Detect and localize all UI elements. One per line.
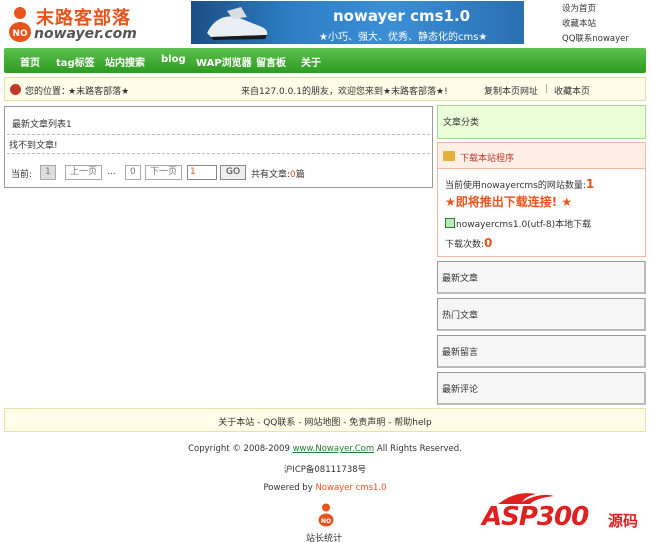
bookmark-site-link[interactable]: 收藏本站 (562, 17, 648, 32)
latest-articles-title: 最新文章 (442, 274, 479, 284)
prev-page-button[interactable]: 上一页 (65, 165, 103, 180)
copy-url-link[interactable]: 复制本页网址 (484, 84, 538, 97)
watermark: ASP300 源码 (478, 488, 648, 540)
pager-ellipsis: ... (107, 167, 116, 177)
last-page-button[interactable]: 0 (125, 165, 141, 180)
powered-prefix: Powered by (263, 483, 316, 493)
nav-item-about[interactable]: 关于 (301, 54, 321, 69)
site-count-value: 1 (585, 177, 595, 191)
welcome-text: 来自127.0.0.1的朋友，欢迎您来到★末路客部落★! (241, 87, 448, 97)
folder-icon (443, 151, 455, 161)
main-nav: 首页 tag标签 站内搜索 blog WAP浏览器 留言板 关于 (4, 48, 646, 73)
banner-title: nowayer cms1.0 (333, 7, 471, 25)
footer-logo-icon: NO (318, 503, 334, 527)
footer-links[interactable]: 关于本站 - QQ联系 - 网站地图 - 免责声明 - 帮助help (4, 408, 646, 432)
coming-soon-text: ★即将推出下载连接! ★ (445, 195, 573, 209)
nav-item-tags[interactable]: tag标签 (56, 54, 95, 69)
set-homepage-link[interactable]: 设为首页 (562, 2, 648, 17)
nav-item-guestbook[interactable]: 留言板 (256, 54, 286, 69)
pagination: 当前: 1 上一页 ... 0 下一页 1 GO 共有文章:0篇 (11, 165, 431, 181)
watermark-text: ASP300 (482, 502, 589, 532)
icp-number: 沪ICP备08111738号 (283, 465, 367, 475)
download-header: 下载本站程序 (438, 143, 645, 169)
copyright-link[interactable]: www.Nowayer.Com (293, 444, 375, 454)
logo-domain: nowayer.com (34, 26, 137, 42)
site-logo[interactable]: NO 末路客部落 nowayer.com (8, 4, 148, 44)
svg-text:NO: NO (321, 518, 331, 525)
latest-comments-title: 最新评论 (442, 385, 479, 395)
list-title: 最新文章列表1 (12, 120, 72, 130)
latest-comments-panel: 最新评论 (437, 372, 646, 405)
hot-articles-panel: 热门文章 (437, 298, 646, 331)
article-list-panel: 最新文章列表1 找不到文章! 当前: 1 上一页 ... 0 下一页 1 GO … (4, 106, 433, 188)
category-panel: 文章分类 (437, 105, 646, 139)
go-button[interactable]: GO (220, 165, 247, 180)
banner-subtitle: ★小巧、强大、优秀、静态化的cms★ (319, 32, 488, 43)
logo-person-icon: NO (9, 7, 31, 42)
copyright: Copyright © 2008-2009 www.Nowayer.Com Al… (0, 444, 650, 454)
total-articles: 共有文章:0篇 (251, 167, 305, 180)
svg-text:NO: NO (12, 29, 28, 39)
download-panel: 下载本站程序 当前使用nowayercms的网站数量:1 ★即将推出下载连接! … (437, 142, 646, 257)
bookmark-page-link[interactable]: 收藏本页 (554, 84, 590, 97)
location-separator: | (545, 84, 549, 94)
location-label: 您的位置： (25, 87, 71, 97)
site-count-row: 当前使用nowayercms的网站数量:1 (445, 177, 594, 191)
download-file-row[interactable]: nowayercms1.0(utf-8)本地下载 (445, 217, 591, 230)
top-links: 设为首页 收藏本站 QQ联系nowayer (562, 2, 648, 47)
copyright-prefix: Copyright © 2008-2009 (188, 444, 293, 454)
download-count-value: 0 (484, 236, 493, 250)
nav-item-blog[interactable]: blog (161, 54, 186, 65)
location-icon (10, 84, 21, 95)
category-title: 文章分类 (443, 118, 480, 128)
download-count-row: 下载次数:0 (445, 236, 492, 250)
qq-contact-link[interactable]: QQ联系nowayer (562, 32, 648, 47)
breadcrumb-home-link[interactable]: ★末路客部落★ (68, 84, 129, 97)
hot-articles-title: 热门文章 (442, 311, 479, 321)
download-count-label: 下载次数: (445, 240, 485, 250)
nav-item-wap[interactable]: WAP浏览器 (196, 54, 252, 69)
powered-name[interactable]: Nowayer cms1.0 (315, 483, 386, 493)
nav-item-search[interactable]: 站内搜索 (105, 54, 145, 69)
location-bar: 您的位置： ★末路客部落★ 来自127.0.0.1的朋友，欢迎您来到★末路客部落… (4, 77, 646, 101)
total-prefix: 共有文章: (251, 170, 291, 180)
divider (7, 134, 430, 135)
file-icon (445, 218, 455, 228)
copyright-suffix: All Rights Reserved. (374, 444, 462, 454)
download-file-link[interactable]: nowayercms1.0(utf-8)本地下载 (456, 220, 591, 230)
current-page-number: 1 (40, 165, 56, 180)
current-page-label: 当前: (11, 170, 33, 180)
site-stat-link[interactable]: 站长统计 (306, 531, 342, 542)
latest-messages-panel: 最新留言 (437, 335, 646, 368)
running-shoe-icon (207, 7, 268, 40)
divider (7, 153, 430, 154)
nav-item-home[interactable]: 首页 (20, 54, 40, 69)
page-number-input[interactable]: 1 (187, 165, 217, 180)
banner[interactable]: nowayer cms1.0 ★小巧、强大、优秀、静态化的cms★ (191, 1, 524, 44)
watermark-cn: 源码 (608, 512, 639, 530)
total-suffix: 篇 (295, 170, 305, 180)
footer-links-text[interactable]: 关于本站 - QQ联系 - 网站地图 - 免责声明 - 帮助help (218, 415, 432, 428)
latest-articles-panel: 最新文章 (437, 261, 646, 294)
latest-messages-title: 最新留言 (442, 348, 479, 358)
empty-message: 找不到文章! (9, 141, 58, 151)
site-count-label: 当前使用nowayercms的网站数量: (445, 181, 586, 191)
next-page-button[interactable]: 下一页 (145, 165, 183, 180)
download-title: 下载本站程序 (460, 154, 515, 164)
